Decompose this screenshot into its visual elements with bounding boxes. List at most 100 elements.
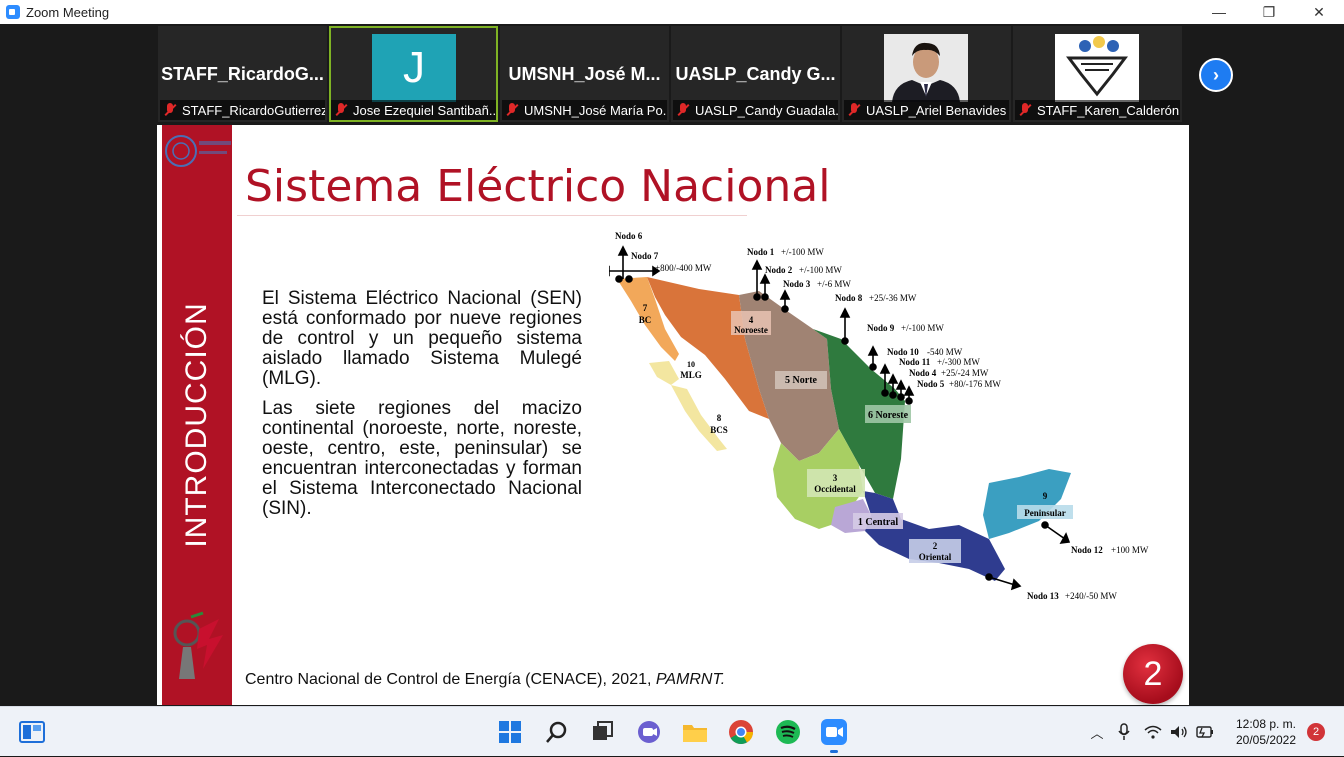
restore-button[interactable]: ❐ <box>1244 0 1294 24</box>
slide-paragraph-1: El Sistema Eléctrico Nacional (SEN) está… <box>262 288 582 389</box>
microphone-icon[interactable] <box>1108 723 1140 741</box>
node-5-value: +80/-176 MW <box>949 379 1001 389</box>
node-8-label: Nodo 8 <box>835 293 863 303</box>
mexico-control-regions-map: 4 Noroeste 7 BC 10 MLG 8 BCS 5 Norte 6 N… <box>609 231 1149 601</box>
clock-time: 12:08 p. m. <box>1235 717 1297 731</box>
participant-logo-image <box>1055 34 1139 102</box>
region-label-10-name: MLG <box>680 370 702 380</box>
region-label-9: 9 <box>1043 491 1048 501</box>
window-titlebar: Zoom Meeting — ❐ ✕ <box>0 0 1344 24</box>
region-label-5: 5 Norte <box>785 375 817 386</box>
region-label-3-name: Occidental <box>814 484 856 494</box>
zoom-taskbar-icon[interactable] <box>818 716 850 753</box>
region-label-7: 7 <box>643 303 648 313</box>
participant-avatar: J <box>372 34 456 102</box>
participant-label: STAFF_RicardoGutierrez <box>160 100 325 120</box>
mic-muted-icon <box>848 103 860 117</box>
region-label-4-num: 4 <box>749 315 754 325</box>
node-2-label: Nodo 2 <box>765 265 793 275</box>
node-1-value: +/-100 MW <box>781 247 824 257</box>
battery-icon[interactable] <box>1192 726 1218 738</box>
participant-tile[interactable]: UASLP_Candy G... UASLP_Candy Guadala... <box>671 26 840 122</box>
region-label-6: 6 Noreste <box>868 410 909 421</box>
wifi-icon[interactable] <box>1140 725 1166 739</box>
participant-tile[interactable]: STAFF_RicardoG... STAFF_RicardoGutierrez <box>158 26 327 122</box>
node-4-value: +25/-24 MW <box>941 368 989 378</box>
taskbar-clock[interactable]: 12:08 p. m. 20/05/2022 <box>1226 716 1306 748</box>
minimize-button[interactable]: — <box>1194 0 1244 24</box>
participant-tile[interactable]: UMSNH_José M... UMSNH_José María Po... <box>500 26 669 122</box>
participant-label: STAFF_Karen_Calderón <box>1015 100 1180 120</box>
mic-muted-icon <box>1019 103 1031 117</box>
participant-label-text: Jose Ezequiel Santibañ... <box>353 102 496 118</box>
file-explorer-icon[interactable] <box>679 716 711 748</box>
spotify-icon[interactable] <box>772 716 804 748</box>
participant-label-text: UASLP_Ariel Benavides <box>866 102 1007 118</box>
task-view-icon[interactable] <box>586 716 618 748</box>
participant-display-name: UASLP_Candy G... <box>675 64 836 84</box>
system-tray: ︿ <box>1086 707 1218 757</box>
chat-icon[interactable] <box>633 716 665 748</box>
region-label-9-name: Peninsular <box>1024 508 1066 518</box>
region-label-8-name: BCS <box>710 425 728 435</box>
node-6-label: Nodo 6 <box>615 231 643 241</box>
node-2-value: +/-100 MW <box>799 265 842 275</box>
node-3-value: +/-6 MW <box>817 279 851 289</box>
node-9-label: Nodo 9 <box>867 323 895 333</box>
region-2-oriental <box>863 491 1005 581</box>
search-icon[interactable] <box>541 716 573 748</box>
participant-tile[interactable]: UASLP_Ariel Benavides <box>842 26 1011 122</box>
mic-muted-icon <box>677 103 689 117</box>
region-label-3: 3 <box>833 473 838 483</box>
slide-section-label: INTRODUCCIÓN <box>180 302 213 548</box>
zoom-app-icon <box>6 5 20 19</box>
region-9-peninsular <box>983 469 1071 539</box>
chevron-up-icon[interactable]: ︿ <box>1086 723 1108 742</box>
participant-label-text: UASLP_Candy Guadala... <box>695 102 838 118</box>
region-label-8: 8 <box>717 413 722 423</box>
participant-photo <box>884 34 968 102</box>
title-underline <box>237 215 747 216</box>
node-10-label: Nodo 10 <box>887 347 919 357</box>
node-8-value: +25/-36 MW <box>869 293 917 303</box>
next-participants-button[interactable]: › <box>1199 58 1233 92</box>
participant-tile-active-speaker[interactable]: J Jose Ezequiel Santibañ... <box>329 26 498 122</box>
region-label-2: 2 <box>933 541 938 551</box>
volume-icon[interactable] <box>1166 725 1192 739</box>
participant-label-text: STAFF_RicardoGutierrez <box>182 102 325 118</box>
region-10-mlg <box>649 361 679 385</box>
node-13-value: +240/-50 MW <box>1065 591 1117 601</box>
region-label-10: 10 <box>687 360 695 369</box>
mic-muted-icon <box>335 103 347 117</box>
mic-muted-icon <box>506 103 518 117</box>
notification-badge[interactable]: 2 <box>1307 723 1325 741</box>
chevron-right-icon: › <box>1213 64 1219 85</box>
participant-label-text: STAFF_Karen_Calderón <box>1037 102 1180 118</box>
window-title: Zoom Meeting <box>26 4 110 20</box>
participant-label: UASLP_Candy Guadala... <box>673 100 838 120</box>
node-12-value: +100 MW <box>1111 545 1149 555</box>
start-icon[interactable] <box>494 716 526 748</box>
widgets-icon[interactable] <box>16 716 48 748</box>
shared-slide: INTRODUCCIÓN Sistema Eléctrico Nacional … <box>157 125 1189 705</box>
participant-display-name: UMSNH_José M... <box>508 64 661 84</box>
slide-source-citation: Centro Nacional de Control de Energía (C… <box>245 671 725 689</box>
participant-label-text: UMSNH_José María Po... <box>524 102 667 118</box>
mic-muted-icon <box>164 103 176 117</box>
participant-strip: STAFF_RicardoG... STAFF_RicardoGutierrez… <box>158 26 1182 122</box>
source-italic: PAMRNT. <box>655 671 726 688</box>
slide-page-number: 2 <box>1123 644 1183 704</box>
meeting-area: STAFF_RicardoG... STAFF_RicardoGutierrez… <box>0 24 1344 706</box>
node-1-label: Nodo 1 <box>747 247 775 257</box>
node-3-label: Nodo 3 <box>783 279 811 289</box>
participant-tile[interactable]: STAFF_Karen_Calderón <box>1013 26 1182 122</box>
participant-label: UASLP_Ariel Benavides <box>844 100 1009 120</box>
participant-display-name: STAFF_RicardoG... <box>161 64 324 84</box>
node-10-value: -540 MW <box>927 347 963 357</box>
region-label-2-name: Oriental <box>919 552 952 562</box>
close-button[interactable]: ✕ <box>1294 0 1344 24</box>
node-12-label: Nodo 12 <box>1071 545 1103 555</box>
institution-logo-top <box>165 135 231 167</box>
chrome-icon[interactable] <box>725 716 757 748</box>
node-11-label: Nodo 11 <box>899 357 931 367</box>
